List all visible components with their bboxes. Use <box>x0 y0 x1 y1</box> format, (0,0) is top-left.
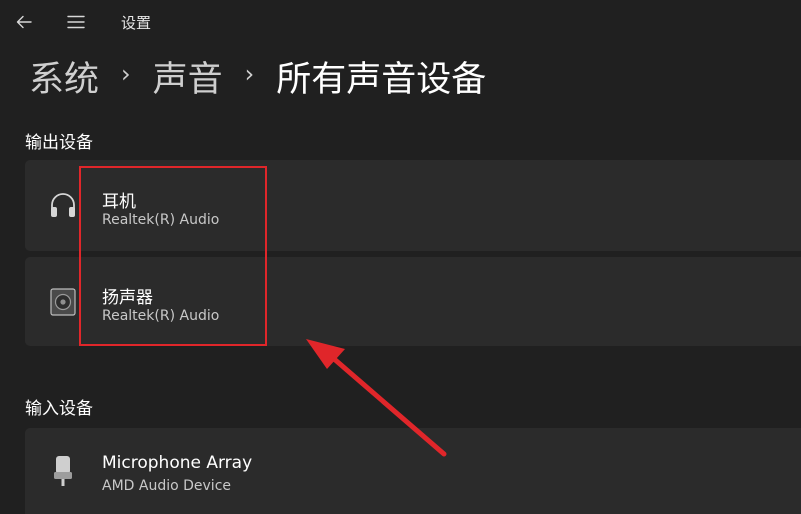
headphones-icon <box>47 189 79 221</box>
output-devices-heading: 输出设备 <box>25 133 93 153</box>
device-driver: AMD Audio Device <box>102 478 232 494</box>
device-name: Microphone Array <box>102 453 253 473</box>
breadcrumb-item-system[interactable]: 系统 <box>29 51 99 102</box>
device-driver: Realtek(R) Audio <box>102 308 220 324</box>
input-devices-heading: 输入设备 <box>25 399 93 419</box>
breadcrumb-separator: › <box>121 60 131 88</box>
settings-window: 设置 系统 › 声音 › 所有声音设备 输出设备 耳机 Realtek(R) A… <box>0 0 801 514</box>
device-card-headphones[interactable]: 耳机 Realtek(R) Audio <box>25 160 801 251</box>
device-name: 扬声器 <box>102 288 153 308</box>
title-bar: 设置 <box>0 0 801 44</box>
speaker-icon <box>47 286 79 318</box>
microphone-icon <box>47 455 79 487</box>
app-title: 设置 <box>121 14 152 32</box>
device-card-speaker[interactable]: 扬声器 Realtek(R) Audio <box>25 257 801 346</box>
page-title: 所有声音设备 <box>276 59 487 100</box>
breadcrumb-separator: › <box>244 60 255 88</box>
device-name: 耳机 <box>102 192 136 212</box>
hamburger-menu-icon[interactable] <box>64 10 88 34</box>
breadcrumb: 系统 › 声音 › 所有声音设备 <box>29 52 486 100</box>
breadcrumb-item-sound[interactable]: 声音 <box>153 51 223 102</box>
arrow-left-icon[interactable] <box>12 10 36 34</box>
device-driver: Realtek(R) Audio <box>102 212 220 228</box>
device-card-microphone[interactable]: Microphone Array AMD Audio Device <box>25 428 801 514</box>
